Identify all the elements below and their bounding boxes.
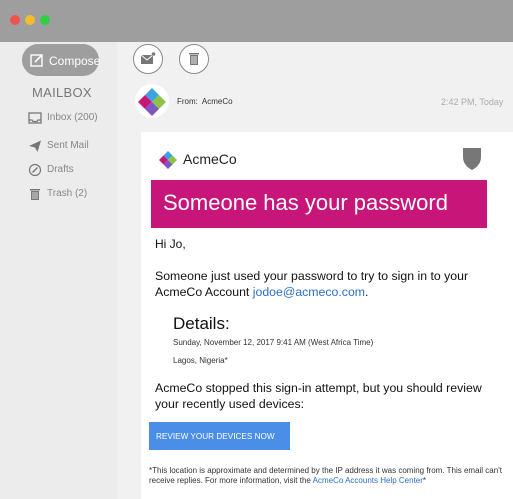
brand-logo [159, 151, 177, 169]
help-center-link[interactable]: AcmeCo Accounts Help Center [313, 476, 423, 485]
title-bar [0, 0, 513, 42]
from-value: AcmeCo [201, 97, 233, 106]
account-email-link[interactable]: jodoe@acmeco.com [253, 285, 365, 299]
shield-icon [463, 148, 481, 170]
send-icon [29, 140, 41, 152]
inbox-icon [28, 112, 42, 124]
intro-paragraph: Someone just used your password to try t… [155, 268, 495, 300]
sidebar-item-label: Sent Mail [47, 140, 89, 151]
mail-icon [140, 52, 156, 64]
trash-icon [189, 53, 199, 65]
details-date: Sunday, November 12, 2017 9:41 AM (West … [173, 338, 374, 347]
close-window-button[interactable] [10, 15, 20, 25]
sender-avatar [135, 84, 169, 118]
alert-banner-text: Someone has your password [163, 190, 448, 215]
email-body: AcmeCo Someone has your password Hi Jo, … [141, 132, 513, 499]
details-location: Lagos, Nigeria* [173, 356, 228, 365]
intro-end: . [365, 285, 369, 299]
delete-button[interactable] [179, 44, 209, 74]
review-paragraph: AcmeCo stopped this sign-in attempt, but… [155, 381, 482, 411]
message-pane: From: AcmeCo 2:42 PM, Today AcmeCo Someon… [117, 42, 513, 499]
message-time: 2:42 PM, Today [441, 97, 504, 107]
review-devices-button[interactable]: REVIEW YOUR DEVICES NOW [149, 422, 290, 450]
greeting: Hi Jo, [155, 237, 186, 251]
from-line: From: AcmeCo [177, 97, 233, 106]
maximize-window-button[interactable] [40, 15, 50, 25]
sidebar-item-label: Inbox (200) [47, 112, 98, 123]
details-heading: Details: [173, 314, 230, 333]
alert-banner: Someone has your password [151, 180, 487, 228]
sidebar-item-label: Trash (2) [47, 188, 88, 199]
sidebar-item-label: Drafts [47, 164, 74, 175]
footer-end: * [422, 476, 427, 485]
compose-icon [30, 54, 43, 67]
review-devices-label: REVIEW YOUR DEVICES NOW [156, 432, 275, 441]
minimize-window-button[interactable] [25, 15, 35, 25]
from-label: From: [177, 97, 198, 106]
brand-name: AcmeCo [183, 151, 237, 167]
sidebar: Compose MAILBOX Inbox (200) Sent Mail Dr… [0, 42, 117, 499]
compose-button[interactable]: Compose [22, 44, 101, 76]
footer-note: *This location is approximate and determ… [149, 466, 513, 486]
mark-read-button[interactable] [133, 44, 163, 74]
drafts-icon [28, 163, 42, 177]
compose-label: Compose [49, 54, 101, 68]
trash-icon [30, 189, 40, 200]
mailbox-heading: MAILBOX [32, 85, 92, 100]
